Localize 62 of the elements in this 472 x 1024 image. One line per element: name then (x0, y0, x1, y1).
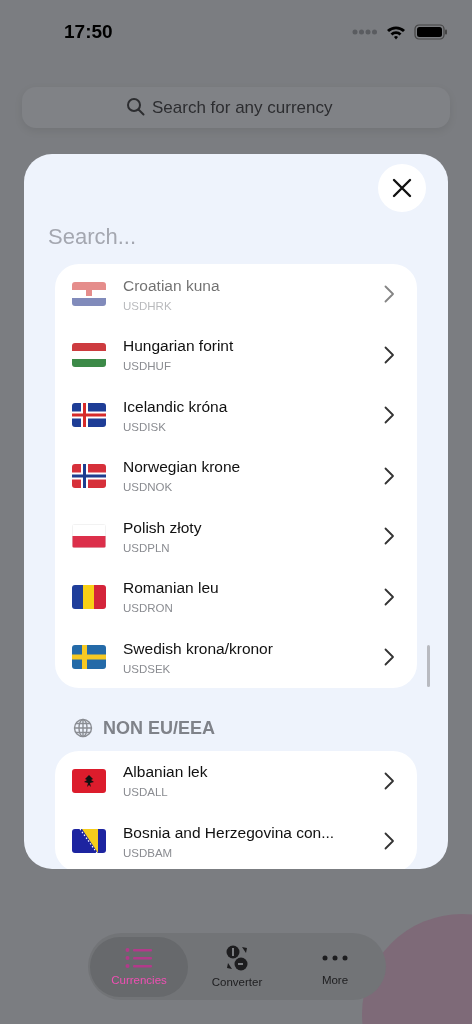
currency-row[interactable]: Croatian kuna USDHRK (55, 264, 417, 325)
chevron-icon (384, 406, 395, 425)
chevron-icon (384, 466, 395, 485)
currency-name: Bosnia and Herzegovina con... (123, 823, 336, 842)
flag-icon (72, 463, 106, 488)
status-time: 17:50 (64, 21, 113, 43)
search-icon (126, 97, 146, 117)
chevron-icon (384, 345, 395, 364)
globe-icon (73, 718, 93, 738)
currency-code: USDHUF (123, 360, 172, 373)
chevron-icon (384, 832, 395, 851)
currency-code: USDISK (123, 420, 167, 433)
currency-name: Hungarian forint (123, 337, 235, 356)
search-field[interactable]: Search... (48, 222, 208, 252)
currency-row[interactable]: Norwegian krone USDNOK (55, 445, 417, 506)
list-icon (125, 947, 153, 969)
currency-row[interactable]: Hungarian forint USDHUF (55, 324, 417, 385)
flag-icon (72, 584, 106, 609)
tab[interactable]: Converter (188, 936, 286, 997)
flag-icon (72, 768, 106, 793)
close-button[interactable] (378, 164, 426, 212)
flag-icon (72, 342, 106, 367)
currency-row[interactable]: Polish złoty USDPLN (55, 506, 417, 567)
currency-code: USDSEK (123, 662, 172, 675)
currency-code: USDHRK (123, 299, 173, 312)
currency-name: Albanian lek (123, 763, 209, 782)
flag-icon (72, 829, 106, 854)
currency-row[interactable]: Icelandic króna USDISK (55, 385, 417, 446)
currency-row[interactable]: Swedish krona/kronor USDSEK (55, 627, 417, 688)
flag-icon (72, 524, 106, 549)
currency-row[interactable]: Romanian leu USDRON (55, 566, 417, 627)
signal-icon (352, 29, 378, 35)
wifi-icon (386, 24, 406, 40)
currency-name: Romanian leu (123, 579, 220, 598)
currency-name: Norwegian krone (123, 458, 242, 477)
scrollbar[interactable] (427, 645, 430, 687)
search-field[interactable]: Search for any currency (22, 87, 450, 128)
flag-icon (72, 282, 106, 307)
chevron-icon (384, 771, 395, 790)
currency-code: USDNOK (123, 481, 174, 494)
chevron-icon (384, 527, 395, 546)
currency-code: USDBAM (123, 846, 174, 859)
chevron-icon (384, 285, 395, 304)
chevron-icon (384, 648, 395, 667)
close-icon (392, 178, 412, 198)
flag-icon (72, 645, 106, 670)
currency-name: Croatian kuna (123, 276, 221, 295)
currency-name: Icelandic króna (123, 397, 229, 416)
flag-icon (72, 403, 106, 428)
currency-row[interactable]: Albanian lek USDALL (55, 750, 417, 811)
tab[interactable]: More (286, 936, 384, 997)
chevron-icon (384, 587, 395, 606)
currency-code: USDRON (123, 602, 174, 615)
currency-name: Swedish krona/kronor (123, 639, 274, 658)
more-icon (322, 955, 348, 961)
exchange-icon (225, 945, 249, 971)
currency-code: USDALL (123, 786, 169, 799)
battery-icon (414, 24, 448, 40)
section-title: NON EU/EEA (103, 717, 216, 739)
currency-code: USDPLN (123, 541, 171, 554)
currency-name: Polish złoty (123, 518, 203, 537)
currency-row[interactable]: Bosnia and Herzegovina con... USDBAM (55, 811, 417, 869)
